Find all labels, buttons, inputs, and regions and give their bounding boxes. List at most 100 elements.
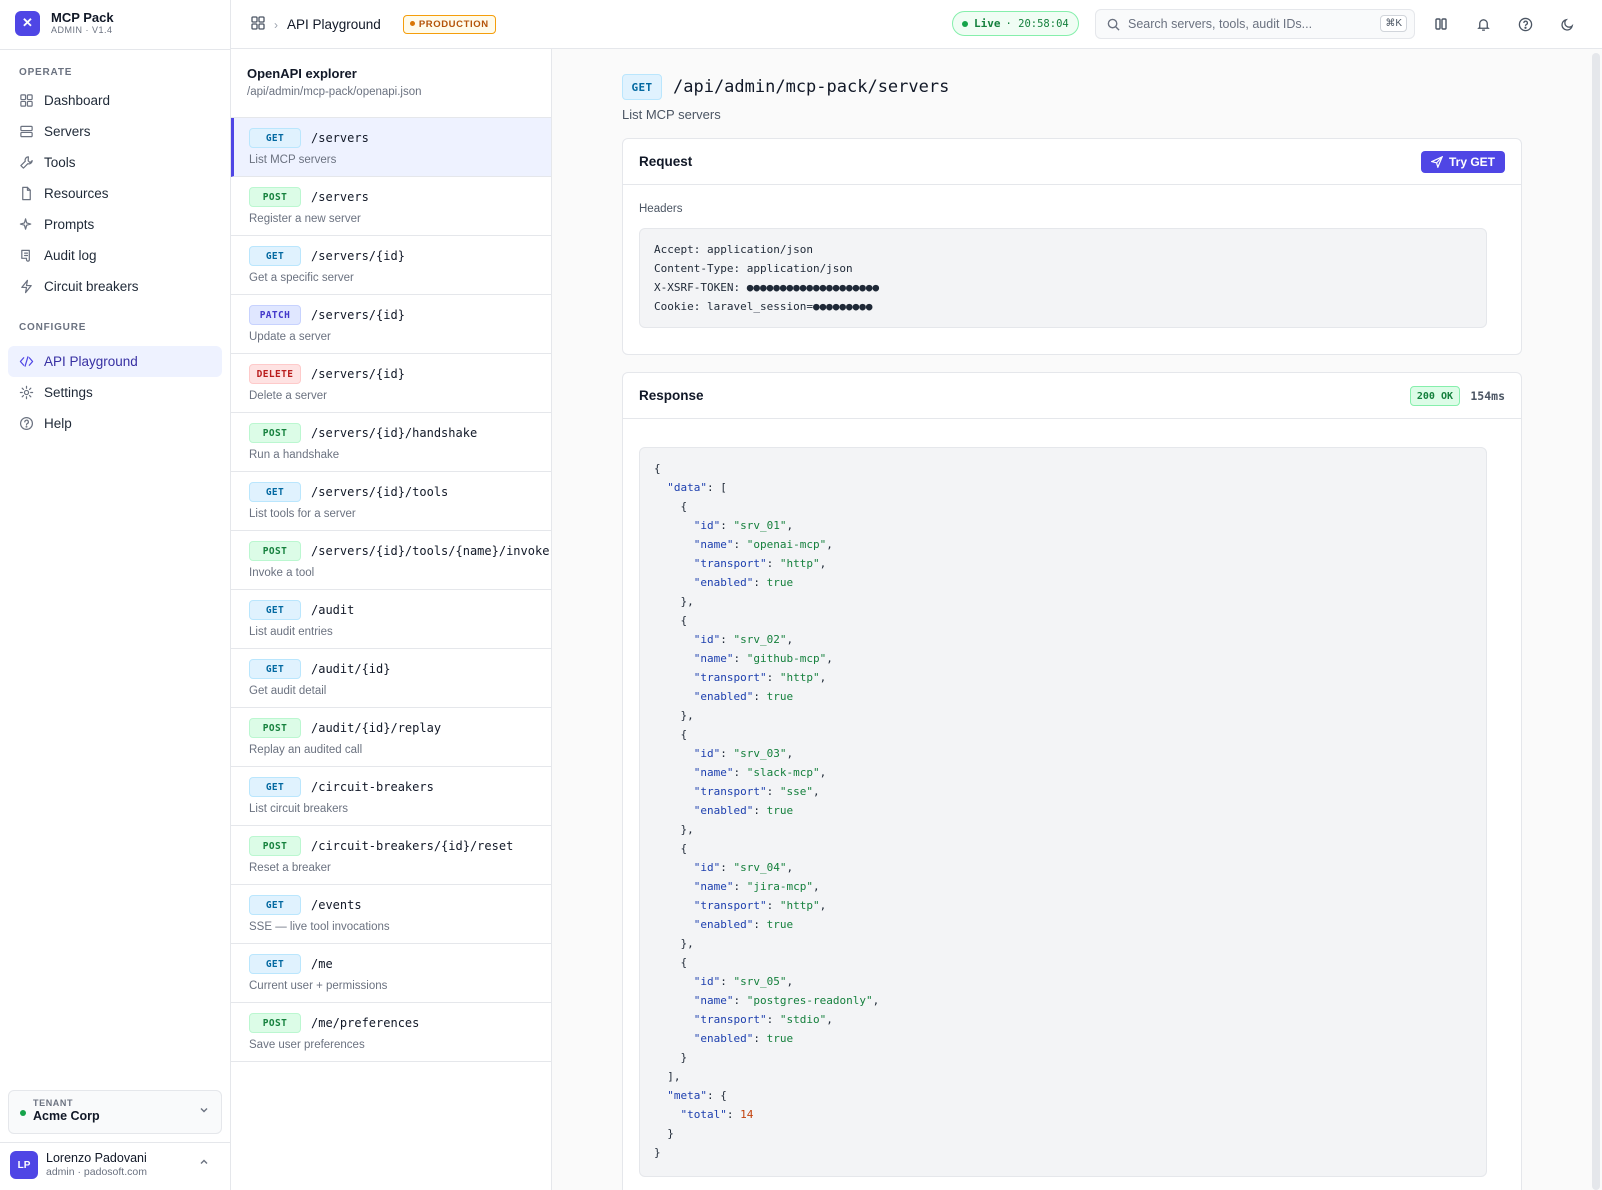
user-menu[interactable]: LP Lorenzo Padovani admin · padosoft.com bbox=[10, 1151, 215, 1179]
response-title: Response bbox=[639, 388, 704, 403]
endpoint-description: Replay an audited call bbox=[249, 744, 363, 756]
scrollbar[interactable] bbox=[1592, 53, 1600, 1190]
moon-icon[interactable] bbox=[1557, 14, 1577, 34]
endpoint-description: List circuit breakers bbox=[249, 803, 349, 815]
endpoint-path: /audit bbox=[311, 603, 355, 617]
endpoint-path: /servers/{id} bbox=[311, 308, 405, 322]
sidebar-item-label: Settings bbox=[44, 385, 93, 400]
endpoint-path: /events bbox=[311, 898, 362, 912]
top-bar: › API Playground PRODUCTION Live · 20:58… bbox=[231, 0, 1602, 49]
json-line: } bbox=[654, 1051, 688, 1064]
endpoint-path: /circuit-breakers bbox=[311, 780, 434, 794]
chevron-up-icon bbox=[199, 1157, 209, 1170]
json-line: { bbox=[654, 728, 688, 741]
method-badge: POST bbox=[249, 187, 301, 207]
endpoint-summary: List MCP servers bbox=[622, 107, 721, 122]
endpoint-description: Run a handshake bbox=[249, 449, 340, 461]
sidebar-item-prompts[interactable]: Prompts bbox=[8, 209, 222, 240]
json-line: "name": "jira-mcp", bbox=[693, 880, 820, 893]
explorer-title: OpenAPI explorer bbox=[247, 66, 357, 81]
endpoint-item[interactable]: POST/servers/{id}/tools/{name}/invoke Inv… bbox=[231, 531, 551, 590]
status-dot bbox=[962, 20, 968, 27]
brand-version: ADMIN · V1.4 bbox=[51, 25, 113, 35]
search-placeholder: Search servers, tools, audit IDs... bbox=[1128, 17, 1313, 31]
grid-icon[interactable] bbox=[251, 16, 265, 33]
search-shortcut: ⌘K bbox=[1380, 15, 1407, 32]
bell-icon[interactable] bbox=[1473, 14, 1493, 34]
sidebar-item-audit-log[interactable]: Audit log bbox=[8, 240, 222, 271]
endpoint-item[interactable]: GET/events SSE — live tool invocations bbox=[231, 885, 551, 944]
json-line: "id": "srv_01", bbox=[693, 519, 794, 532]
method-badge: GET bbox=[249, 777, 301, 797]
search-input[interactable]: Search servers, tools, audit IDs... ⌘K bbox=[1095, 9, 1415, 39]
try-button[interactable]: Try GET bbox=[1420, 151, 1505, 173]
endpoint-item[interactable]: POST/audit/{id}/replay Replay an audited … bbox=[231, 708, 551, 767]
sidebar-item-dashboard[interactable]: Dashboard bbox=[8, 85, 222, 116]
tenant-name: Acme Corp bbox=[33, 1109, 100, 1123]
status-badge: 200 OK bbox=[1409, 386, 1460, 406]
endpoint-item[interactable]: POST/circuit-breakers/{id}/reset Reset a … bbox=[231, 826, 551, 885]
json-line: "transport": "http", bbox=[693, 671, 827, 684]
server-icon bbox=[18, 124, 34, 140]
endpoint-item[interactable]: POST/servers Register a new server bbox=[231, 177, 551, 236]
endpoint-item[interactable]: GET/servers/{id}/tools List tools for a s… bbox=[231, 472, 551, 531]
latency: 154ms bbox=[1470, 389, 1505, 403]
json-line: { bbox=[654, 842, 688, 855]
json-line: "id": "srv_04", bbox=[693, 861, 794, 874]
header-line: Cookie: laravel_session=●●●●●●●●● bbox=[654, 300, 873, 313]
endpoint-item[interactable]: DELETE/servers/{id} Delete a server bbox=[231, 354, 551, 413]
endpoint-item[interactable]: GET/audit List audit entries bbox=[231, 590, 551, 649]
json-line: { bbox=[654, 462, 661, 475]
method-badge: POST bbox=[249, 423, 301, 443]
sidebar-item-api-playground[interactable]: API Playground bbox=[8, 346, 222, 377]
endpoint-path: /servers/{id}/tools/{name}/invoke bbox=[311, 544, 550, 558]
endpoint-path: /servers/{id}/tools bbox=[311, 485, 449, 499]
endpoint-item[interactable]: GET/me Current user + permissions bbox=[231, 944, 551, 1003]
headers-block: Accept: application/json Content-Type: ap… bbox=[639, 228, 1487, 328]
sidebar-item-servers[interactable]: Servers bbox=[8, 116, 222, 147]
tenant-switcher[interactable]: TENANT Acme Corp bbox=[8, 1090, 222, 1134]
brand[interactable]: ✕ MCP Pack ADMIN · V1.4 bbox=[15, 10, 114, 36]
columns-icon[interactable] bbox=[1431, 14, 1451, 34]
user-name: Lorenzo Padovani bbox=[46, 1151, 147, 1165]
headers-label: Headers bbox=[639, 203, 683, 215]
endpoint-item[interactable]: GET/servers List MCP servers bbox=[231, 118, 551, 177]
json-line: } bbox=[654, 1127, 674, 1140]
endpoint-path: /servers/{id}/handshake bbox=[311, 426, 478, 440]
json-line: "meta": { bbox=[667, 1089, 727, 1102]
endpoint-item[interactable]: POST/servers/{id}/handshake Run a handsha… bbox=[231, 413, 551, 472]
chevron-down-icon bbox=[199, 1105, 209, 1118]
endpoint-item[interactable]: POST/me/preferences Save user preferences bbox=[231, 1003, 551, 1062]
endpoint-path: /me/preferences bbox=[311, 1016, 420, 1030]
json-line: "enabled": true bbox=[693, 1032, 794, 1045]
endpoint-description: Invoke a tool bbox=[249, 567, 315, 579]
json-line: "transport": "http", bbox=[693, 557, 827, 570]
endpoint-item[interactable]: PATCH/servers/{id} Update a server bbox=[231, 295, 551, 354]
endpoint-item[interactable]: GET/servers/{id} Get a specific server bbox=[231, 236, 551, 295]
logo-icon: ✕ bbox=[15, 10, 40, 36]
json-line: "enabled": true bbox=[693, 918, 794, 931]
endpoint-item[interactable]: GET/audit/{id} Get audit detail bbox=[231, 649, 551, 708]
sidebar-item-resources[interactable]: Resources bbox=[8, 178, 222, 209]
method-badge: GET bbox=[249, 128, 301, 148]
sidebar-item-circuit-breakers[interactable]: Circuit breakers bbox=[8, 271, 222, 302]
code-icon bbox=[18, 354, 34, 370]
endpoint-path: /servers/{id} bbox=[311, 367, 405, 381]
spec-path: /api/admin/mcp-pack/openapi.json bbox=[247, 86, 422, 98]
sidebar-item-tools[interactable]: Tools bbox=[8, 147, 222, 178]
endpoint-path: /me bbox=[311, 957, 333, 971]
json-line: "total": 14 bbox=[680, 1108, 754, 1121]
endpoint-description: Delete a server bbox=[249, 390, 327, 402]
sidebar: ✕ MCP Pack ADMIN · V1.4 OPERATE Dashboar… bbox=[0, 0, 231, 1190]
file-icon bbox=[18, 186, 34, 202]
json-line: "data": [ bbox=[667, 481, 727, 494]
help-icon[interactable] bbox=[1515, 14, 1535, 34]
endpoint-description: List audit entries bbox=[249, 626, 333, 638]
endpoint-item[interactable]: GET/circuit-breakers List circuit breaker… bbox=[231, 767, 551, 826]
sidebar-item-settings[interactable]: Settings bbox=[8, 377, 222, 408]
response-body: { "data": [ { "id": "srv_01", "name": "o… bbox=[639, 447, 1487, 1177]
search-icon bbox=[1107, 18, 1120, 31]
endpoint-path: /audit/{id} bbox=[311, 662, 391, 676]
json-line: { bbox=[654, 500, 688, 513]
sidebar-item-help[interactable]: Help bbox=[8, 408, 222, 439]
